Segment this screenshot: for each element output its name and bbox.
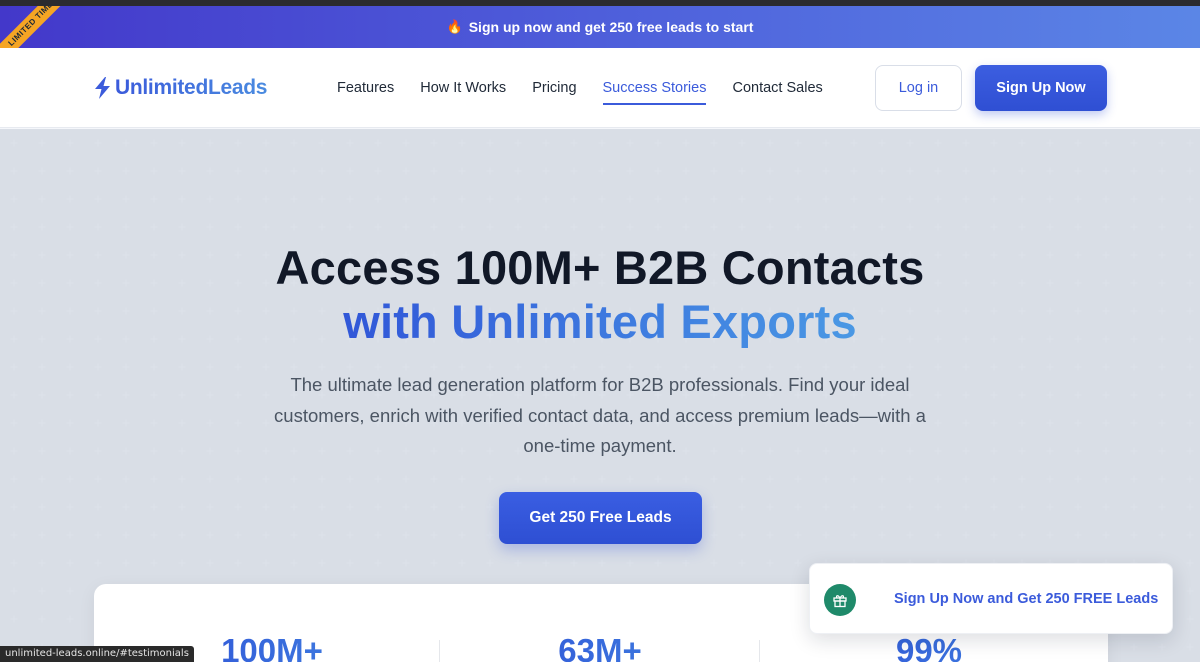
nav-links: Features How It Works Pricing Success St… xyxy=(337,48,849,128)
hero-title-highlight: with Unlimited Exports xyxy=(0,294,1200,349)
hero-subtitle: The ultimate lead generation platform fo… xyxy=(274,374,926,456)
promo-text: Sign up now and get 250 free leads to st… xyxy=(468,19,754,35)
browser-status-url: unlimited-leads.online/#testimonials xyxy=(0,646,194,662)
hero-title: Access 100M+ B2B Contacts xyxy=(275,241,925,294)
nav-link-features[interactable]: Features xyxy=(337,74,394,102)
toast-text: Sign Up Now and Get 250 FREE Leads xyxy=(894,591,1159,607)
logo-text: UnlimitedLeads xyxy=(115,76,268,99)
stat-emails: 63M+ xyxy=(500,632,700,662)
stat-contacts: 100M+ xyxy=(172,632,372,662)
ribbon-label: LIMITED TIME xyxy=(0,6,70,48)
stat-accuracy: 99% xyxy=(829,632,1029,662)
nav-link-contact-sales[interactable]: Contact Sales xyxy=(732,74,822,102)
navbar: UnlimitedLeads Features How It Works Pri… xyxy=(0,48,1200,128)
logo[interactable]: UnlimitedLeads xyxy=(94,76,267,100)
hero-title-highlight-text: with Unlimited Exports xyxy=(343,295,857,348)
gift-icon xyxy=(824,584,856,616)
limited-time-ribbon: LIMITED TIME xyxy=(0,6,70,48)
stat-divider xyxy=(439,640,440,662)
fire-icon: 🔥 xyxy=(446,19,463,34)
nav-link-how-it-works[interactable]: How It Works xyxy=(420,74,506,102)
promo-banner[interactable]: 🔥 Sign up now and get 250 free leads to … xyxy=(0,6,1200,48)
signup-toast[interactable]: Sign Up Now and Get 250 FREE Leads xyxy=(809,563,1173,634)
lightning-bolt-icon xyxy=(95,77,110,99)
signup-button[interactable]: Sign Up Now xyxy=(975,65,1107,111)
nav-link-pricing[interactable]: Pricing xyxy=(532,74,576,102)
get-free-leads-button[interactable]: Get 250 Free Leads xyxy=(499,492,702,544)
login-button[interactable]: Log in xyxy=(875,65,962,111)
nav-link-success-stories[interactable]: Success Stories xyxy=(602,74,706,105)
stat-divider xyxy=(759,640,760,662)
